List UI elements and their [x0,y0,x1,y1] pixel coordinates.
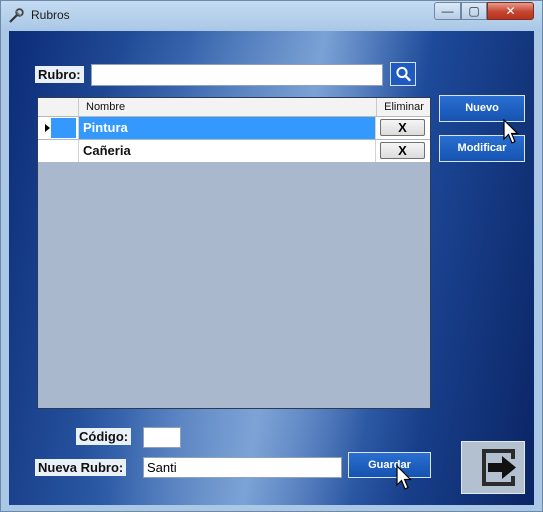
minimize-icon: — [441,4,454,18]
client-area: Rubro: Nombre Eliminar Pintura X Cañeria… [9,31,534,505]
search-input[interactable] [91,64,383,86]
table-row[interactable]: Pintura X [38,117,430,139]
guardar-button[interactable]: Guardar [348,452,431,478]
search-button[interactable] [390,62,416,86]
nuevo-button[interactable]: Nuevo [439,95,525,122]
cell-nombre[interactable]: Cañeria [79,140,376,162]
search-icon [396,66,411,82]
codigo-label: Código: [76,428,132,445]
row-selector[interactable] [38,117,79,139]
grid-header: Nombre Eliminar [38,98,430,117]
window-title: Rubros [31,8,70,22]
row-selector[interactable] [38,140,79,162]
rubros-window: Rubros — ▢ ✕ Rubro: Nombre Eliminar Pint… [0,0,543,512]
maximize-icon: ▢ [468,4,480,18]
mouse-cursor-icon [503,119,519,144]
search-label: Rubro: [35,66,84,83]
cell-nombre[interactable]: Pintura [79,117,376,139]
rubros-grid[interactable]: Nombre Eliminar Pintura X Cañeria X [37,97,431,409]
delete-button[interactable]: X [380,119,425,136]
exit-arrow-icon [482,449,516,486]
close-button[interactable]: ✕ [487,2,534,20]
nueva-rubro-field[interactable] [143,457,342,478]
tools-icon [9,8,24,23]
column-header-nombre[interactable]: Nombre [86,98,125,116]
maximize-button[interactable]: ▢ [461,2,487,20]
close-icon: ✕ [505,4,516,18]
delete-button[interactable]: X [380,142,425,159]
mouse-cursor-icon [396,465,412,490]
table-row[interactable]: Cañeria X [38,140,430,162]
row-header-highlight [51,118,76,138]
row-header-corner [38,98,79,116]
exit-button[interactable] [461,441,525,494]
column-header-eliminar[interactable]: Eliminar [376,98,431,116]
title-bar[interactable]: Rubros — ▢ ✕ [1,1,542,31]
minimize-button[interactable]: — [434,2,461,20]
codigo-field[interactable] [143,427,181,448]
nueva-rubro-label: Nueva Rubro: [35,459,127,476]
